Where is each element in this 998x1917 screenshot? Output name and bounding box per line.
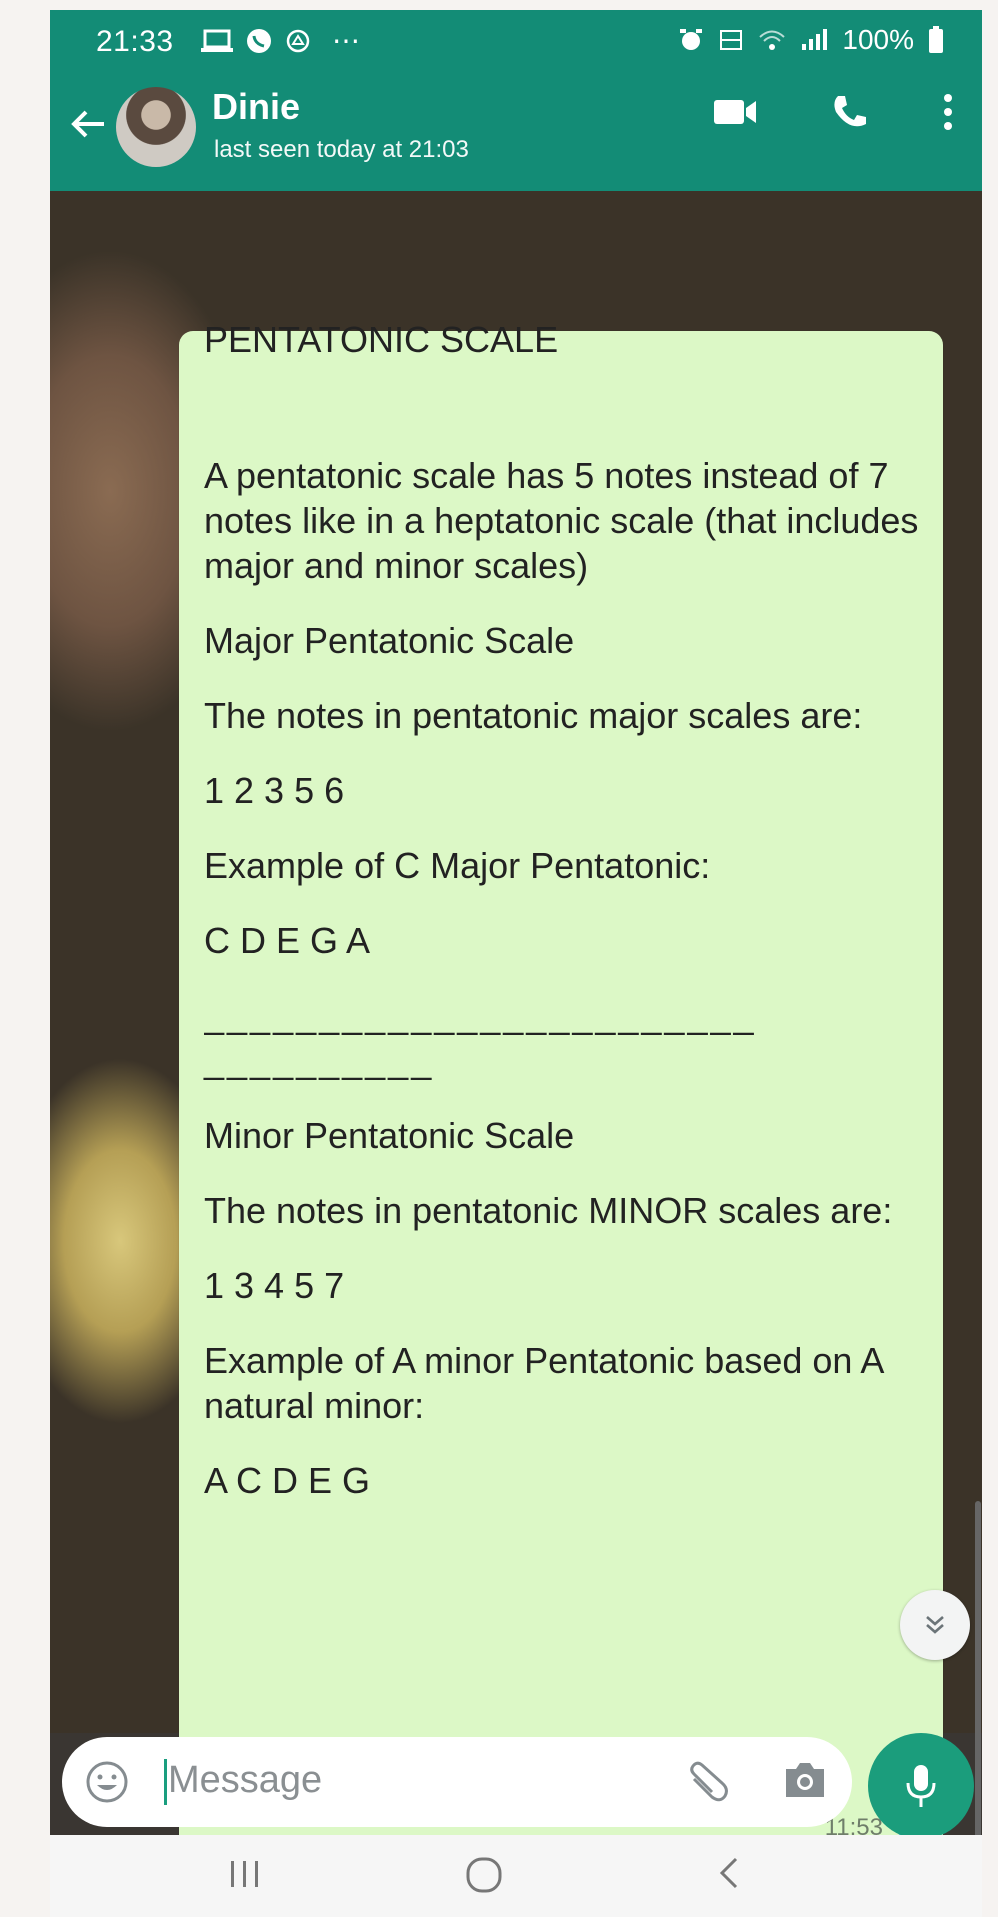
message-line: The notes in pentatonic major scales are… (204, 695, 863, 736)
status-bar: 21:33 ⋯ 100% (50, 10, 982, 72)
alarm-icon (680, 29, 703, 50)
message-bubble[interactable]: PENTATONIC SCALE A pentatonic scale has … (179, 319, 943, 1856)
more-notifications: ⋯ (332, 25, 360, 56)
battery-percent: 100% (842, 24, 914, 55)
camera-icon[interactable] (782, 1759, 828, 1801)
recents-icon[interactable] (225, 1853, 265, 1893)
message-line (204, 1083, 924, 1113)
battery-icon (929, 26, 943, 53)
message-line: 1 2 3 5 6 (204, 770, 345, 811)
chevron-double-down-icon (926, 1616, 944, 1634)
back-arrow-icon[interactable] (64, 100, 112, 148)
mic-icon (906, 1765, 936, 1807)
message-line: __________ (204, 1040, 435, 1081)
attach-icon[interactable] (682, 1757, 732, 1807)
message-composer: Message (50, 1733, 982, 1839)
message-line (204, 888, 924, 918)
system-nav-bar (50, 1835, 982, 1917)
message-line (204, 362, 924, 407)
message-line: Major Pentatonic Scale (204, 620, 575, 661)
last-seen-status: last seen today at 21:03 (214, 136, 469, 163)
scroll-to-bottom-button[interactable] (900, 1590, 970, 1660)
back-icon[interactable] (710, 1853, 750, 1893)
message-line: 1 3 4 5 7 (204, 1265, 345, 1306)
avatar[interactable] (116, 87, 196, 167)
message-line (204, 813, 924, 843)
home-icon[interactable] (462, 1853, 506, 1897)
message-line: The notes in pentatonic MINOR scales are… (204, 1190, 893, 1231)
text-cursor (164, 1759, 167, 1805)
message-line: Minor Pentatonic Scale (204, 1115, 575, 1156)
whatsapp-icon (247, 28, 271, 53)
chat-header: Dinie last seen today at 21:03 (50, 72, 982, 191)
mic-button[interactable] (868, 1733, 974, 1839)
message-line: A C D E G (204, 1460, 371, 1501)
emoji-icon[interactable] (84, 1759, 130, 1805)
message-line: ________________________ (204, 995, 757, 1036)
voice-call-icon[interactable] (830, 92, 870, 132)
top-bar: 21:33 ⋯ 100% Dinie last seen today at 21… (50, 10, 982, 191)
message-line: Example of A minor Pentatonic based on A… (204, 1340, 883, 1426)
message-line: PENTATONIC SCALE (204, 319, 559, 360)
sync-icon (286, 29, 310, 52)
message-text: PENTATONIC SCALE A pentatonic scale has … (204, 319, 924, 1503)
volte-icon (720, 30, 743, 50)
chat-area[interactable]: PENTATONIC SCALE A pentatonic scale has … (50, 191, 982, 1856)
message-placeholder: Message (168, 1759, 323, 1801)
more-options-icon[interactable] (942, 92, 954, 132)
status-time: 21:33 (96, 25, 174, 58)
message-line (204, 663, 924, 693)
message-line (204, 738, 924, 768)
message-line: Example of C Major Pentatonic: (204, 845, 711, 886)
contact-name[interactable]: Dinie (212, 86, 300, 128)
message-line (204, 963, 924, 993)
message-input[interactable]: Message (62, 1737, 852, 1827)
signal-icon (802, 29, 828, 50)
message-line: A pentatonic scale has 5 notes instead o… (204, 455, 919, 586)
message-line (204, 588, 924, 618)
wifi-icon (759, 30, 786, 50)
video-call-icon[interactable] (712, 96, 758, 128)
message-line: C D E G A (204, 920, 371, 961)
message-line (204, 1428, 924, 1458)
message-line (204, 1233, 924, 1263)
message-line (204, 1308, 924, 1338)
message-line (204, 1158, 924, 1188)
laptop-icon (201, 29, 233, 52)
phone-screen: PENTATONIC SCALE A pentatonic scale has … (50, 10, 982, 1917)
